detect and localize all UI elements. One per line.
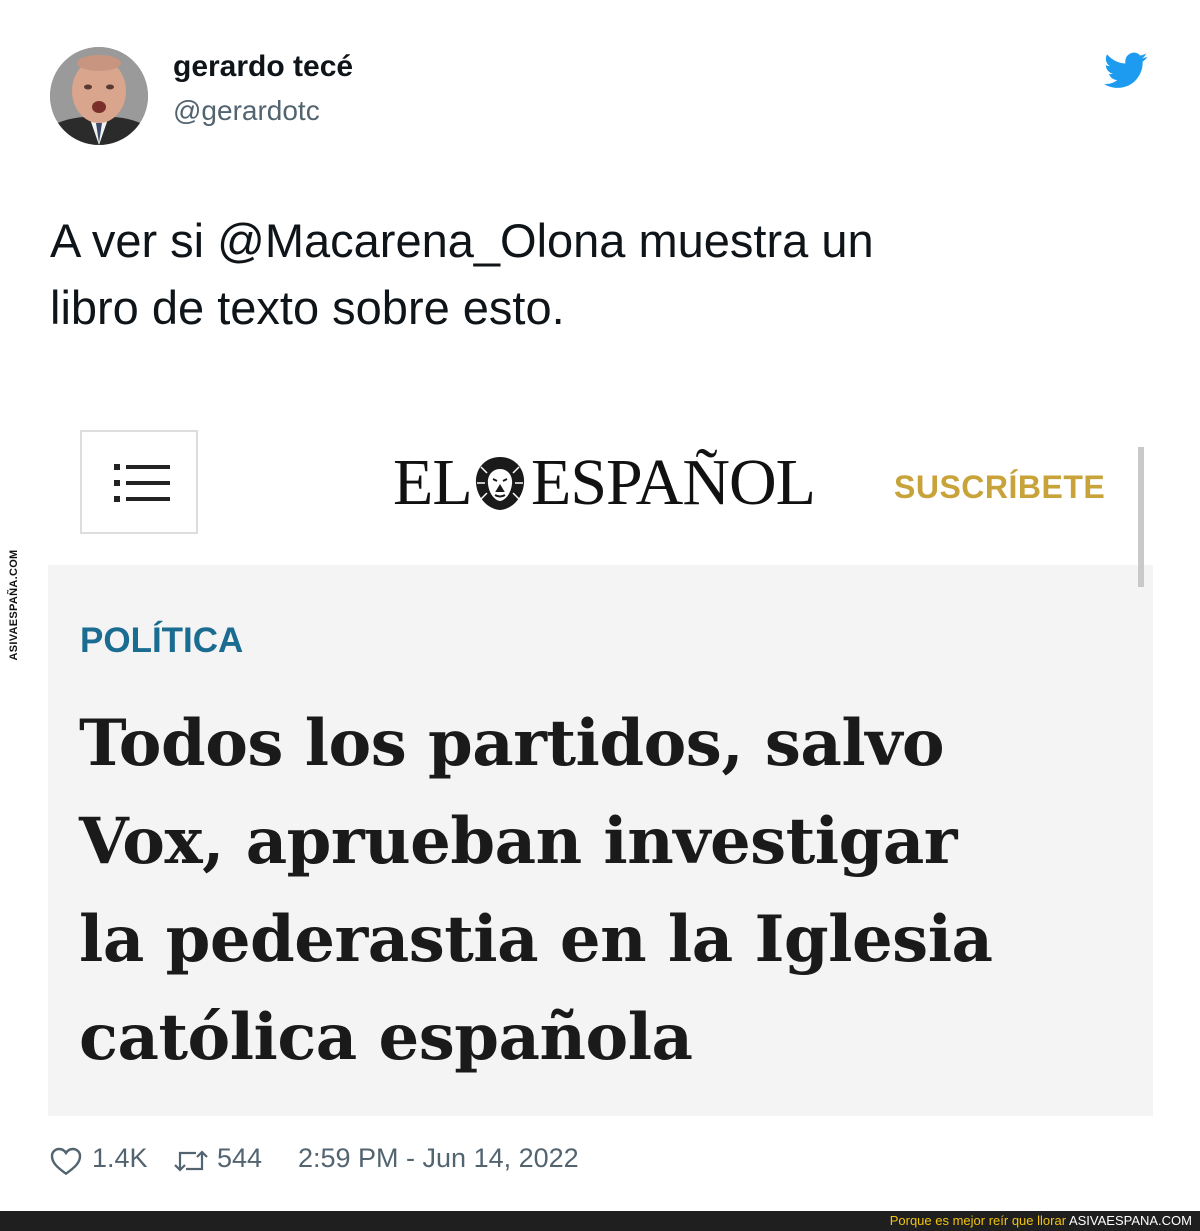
like-count: 1.4K [92, 1143, 148, 1173]
logo-text-right: ESPAÑOL [531, 446, 816, 519]
el-espanol-logo[interactable]: EL ESPAÑOL [393, 445, 816, 525]
scrollbar[interactable] [1138, 447, 1144, 587]
section-label[interactable]: POLÍTICA [80, 621, 243, 661]
retweet-count: 544 [217, 1143, 263, 1173]
footer-text: Porque es mejor reír que llorar ASIVAESP… [890, 1213, 1192, 1228]
headline-line: Vox, aprueban investigar [79, 804, 958, 879]
tweet-text-line: libro de texto sobre esto. [50, 281, 565, 334]
tweet-timestamp[interactable]: 2:59 PM - Jun 14, 2022 [298, 1143, 579, 1174]
twitter-bird-icon[interactable] [1104, 52, 1148, 90]
lion-icon [475, 457, 525, 510]
headline-line: católica española [79, 1000, 693, 1075]
tweet-header: gerardo tecé @gerardotc [50, 47, 1150, 147]
tweet-text: A ver si @Macarena_Olona muestra un libr… [50, 207, 1150, 341]
logo-text-left: EL [393, 446, 473, 519]
embedded-article-image[interactable]: EL ESPAÑOL SUSCRÍBETE POLÍTICA Todos los… [48, 405, 1153, 1116]
headline-line: Todos los partidos, salvo [79, 706, 945, 781]
footer-site[interactable]: ASIVAESPANA.COM [1069, 1213, 1192, 1228]
footer-bar: Porque es mejor reír que llorar ASIVAESP… [0, 1211, 1200, 1231]
site-header: EL ESPAÑOL SUSCRÍBETE [48, 405, 1153, 587]
author-handle[interactable]: @gerardotc [173, 95, 320, 127]
retweet-icon[interactable] [173, 1148, 209, 1174]
heart-icon[interactable] [50, 1146, 82, 1176]
subscribe-button[interactable]: SUSCRÍBETE [894, 469, 1105, 506]
avatar[interactable] [50, 47, 148, 145]
tweet-text-line: A ver si @Macarena_Olona muestra un [50, 214, 874, 267]
side-watermark-text: ASIVAESPAÑA.COM [8, 549, 20, 661]
hamburger-menu-icon[interactable] [80, 430, 198, 534]
author-name[interactable]: gerardo tecé [173, 50, 353, 84]
article-headline[interactable]: Todos los partidos, salvo Vox, aprueban … [79, 695, 1139, 1087]
side-watermark: ASIVAESPAÑA.COM [2, 545, 26, 665]
footer-tagline: Porque es mejor reír que llorar [889, 1213, 1067, 1228]
headline-line: la pederastia en la Iglesia [79, 902, 993, 977]
